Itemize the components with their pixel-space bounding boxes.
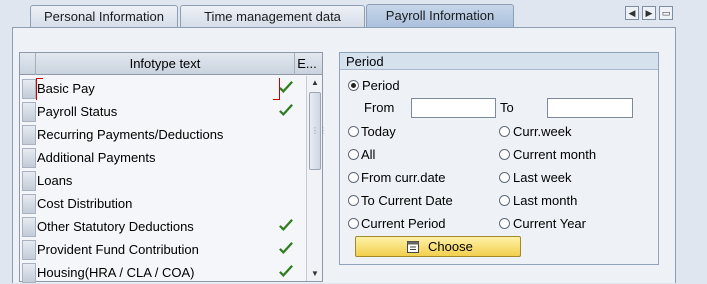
table-row[interactable]: Other Statutory Deductions (20, 215, 305, 238)
radio-option-label: Last week (513, 170, 572, 185)
tab-payroll-information[interactable]: Payroll Information (366, 4, 514, 28)
column-header-infotype-text[interactable]: Infotype text (36, 53, 295, 75)
radio-option-label: Current Period (361, 216, 446, 231)
from-date-input[interactable] (411, 98, 496, 118)
checkmark-icon (278, 264, 296, 280)
grip-icon: ⋮⋮ (311, 126, 327, 135)
radio-option-label: To Current Date (361, 193, 453, 208)
row-selector[interactable] (22, 171, 36, 191)
table-row[interactable]: Basic Pay (20, 77, 305, 100)
radio-option-label: Current Year (513, 216, 586, 231)
table-row[interactable]: Recurring Payments/Deductions (20, 123, 305, 146)
infotype-text-cell: Loans (37, 173, 73, 188)
infotype-text-cell: Provident Fund Contribution (37, 242, 199, 257)
radio-option[interactable] (499, 218, 510, 229)
tab-next-icon[interactable]: ▶ (642, 6, 656, 20)
radio-option-label: Today (361, 124, 396, 139)
table-row[interactable]: Provident Fund Contribution (20, 238, 305, 261)
radio-period-label: Period (362, 78, 400, 93)
radio-option[interactable] (499, 126, 510, 137)
row-selector[interactable] (22, 79, 36, 99)
table-row[interactable]: Housing(HRA / CLA / COA) (20, 261, 305, 284)
radio-option[interactable] (499, 195, 510, 206)
scroll-down-icon[interactable]: ▼ (310, 269, 320, 279)
radio-option-label: From curr.date (361, 170, 446, 185)
select-all-cell[interactable] (20, 53, 36, 75)
row-selector[interactable] (22, 125, 36, 145)
tab-list-icon[interactable]: ▭ (659, 6, 673, 20)
table-row[interactable]: Additional Payments (20, 146, 305, 169)
tab-prev-icon[interactable]: ◀ (625, 6, 639, 20)
vertical-scrollbar[interactable]: ▲ ⋮⋮ ▼ (306, 76, 327, 281)
infotype-text-cell: Cost Distribution (37, 196, 133, 211)
tab-time-management-data[interactable]: Time management data (180, 5, 365, 27)
infotype-text-cell: Payroll Status (37, 104, 118, 119)
tab-label: Time management data (204, 9, 341, 24)
radio-option[interactable] (348, 195, 359, 206)
radio-option[interactable] (348, 149, 359, 160)
infotype-text-cell: Other Statutory Deductions (37, 219, 194, 234)
radio-option[interactable] (348, 172, 359, 183)
row-selector[interactable] (22, 102, 36, 122)
radio-period[interactable] (348, 80, 359, 91)
row-selector[interactable] (22, 217, 36, 237)
tab-personal-information[interactable]: Personal Information (30, 5, 178, 27)
radio-option[interactable] (348, 218, 359, 229)
from-label: From (364, 100, 395, 115)
row-selector[interactable] (22, 148, 36, 168)
radio-option[interactable] (499, 172, 510, 183)
choose-icon (407, 241, 419, 253)
choose-button-label: Choose (428, 239, 473, 254)
to-label: To (500, 100, 514, 115)
checkmark-icon (278, 80, 296, 96)
radio-option-label: All (361, 147, 376, 162)
table-header: Infotype text E... (20, 53, 322, 75)
column-header-e[interactable]: E... (295, 53, 319, 75)
infotype-table: Infotype text E... Basic Pay Payroll Stat… (19, 52, 327, 284)
checkmark-icon (278, 103, 296, 119)
infotype-text-cell: Additional Payments (37, 150, 156, 165)
period-group-title: Period (340, 53, 658, 70)
infotype-text-cell: Housing(HRA / CLA / COA) (37, 265, 195, 280)
radio-option-label: Curr.week (513, 124, 572, 139)
table-row[interactable]: Loans (20, 169, 305, 192)
choose-button[interactable]: Choose (355, 236, 521, 257)
table-row[interactable]: Cost Distribution (20, 192, 305, 215)
radio-option-label: Last month (513, 193, 578, 208)
to-date-input[interactable] (547, 98, 633, 118)
radio-option-label: Current month (513, 147, 597, 162)
radio-option[interactable] (499, 149, 510, 160)
tab-strip: Personal Information Time management dat… (0, 0, 707, 28)
row-selector[interactable] (22, 240, 36, 260)
row-selector[interactable] (22, 263, 36, 283)
scrollbar-thumb[interactable]: ⋮⋮ (309, 92, 327, 170)
tab-label: Personal Information (44, 9, 164, 24)
checkmark-icon (278, 218, 296, 234)
infotype-text-cell: Recurring Payments/Deductions (37, 127, 224, 142)
row-selector[interactable] (22, 194, 36, 214)
focus-frame (36, 78, 280, 100)
table-row[interactable]: Payroll Status (20, 100, 305, 123)
tab-label: Payroll Information (385, 8, 495, 23)
scroll-up-icon[interactable]: ▲ (310, 78, 320, 88)
radio-option[interactable] (348, 126, 359, 137)
checkmark-icon (278, 241, 296, 257)
